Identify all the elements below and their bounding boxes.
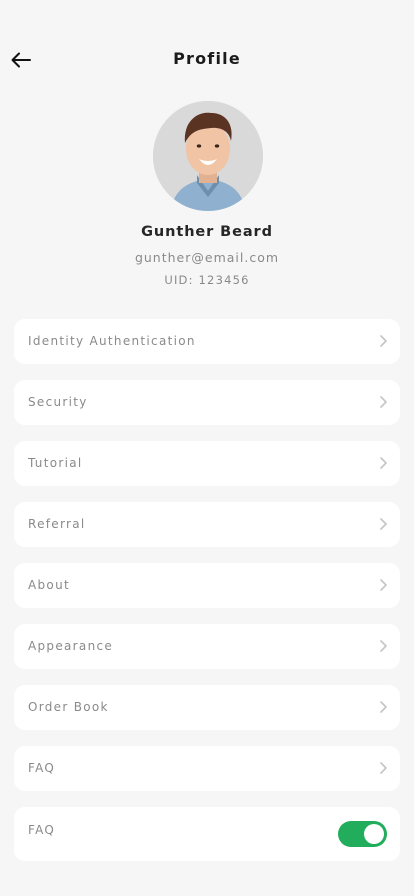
chevron-right-icon [380,518,387,530]
chevron-right-icon [380,396,387,408]
menu-item-label: About [28,578,70,592]
menu-item-label: Order Book [28,700,109,714]
menu-item-label: FAQ [28,823,56,837]
menu-item-order-book[interactable]: Order Book [14,685,400,730]
chevron-right-icon [380,762,387,774]
menu-item-label: Tutorial [28,456,83,470]
user-name: Gunther Beard [141,224,273,240]
menu-item-about[interactable]: About [14,563,400,608]
header: Profile [0,40,414,80]
user-email: gunther@email.com [134,250,280,265]
menu-item-label: Security [28,395,88,409]
user-uid: UID: 123456 [164,273,250,287]
chevron-right-icon [380,701,387,713]
menu-item-security[interactable]: Security [14,380,400,425]
menu-item-label: Referral [28,517,86,531]
chevron-right-icon [380,579,387,591]
menu-item-faq-toggle: FAQ [14,807,400,861]
avatar [153,101,263,211]
menu-item-label: FAQ [28,761,56,775]
chevron-right-icon [380,640,387,652]
menu-item-tutorial[interactable]: Tutorial [14,441,400,486]
toggle-knob [364,824,384,844]
menu-item-referral[interactable]: Referral [14,502,400,547]
faq-toggle-switch[interactable] [338,821,387,847]
page-title: Profile [173,49,241,68]
menu-item-label: Identity Authentication [28,334,196,348]
menu-item-identity-authentication[interactable]: Identity Authentication [14,319,400,364]
profile-menu: Identity Authentication Security Tutoria… [14,319,400,877]
menu-item-appearance[interactable]: Appearance [14,624,400,669]
menu-item-label: Appearance [28,639,114,653]
chevron-right-icon [380,457,387,469]
menu-item-faq[interactable]: FAQ [14,746,400,791]
profile-screen: Profile Gunther Beard gunther@email.com … [0,0,414,896]
chevron-right-icon [380,335,387,347]
